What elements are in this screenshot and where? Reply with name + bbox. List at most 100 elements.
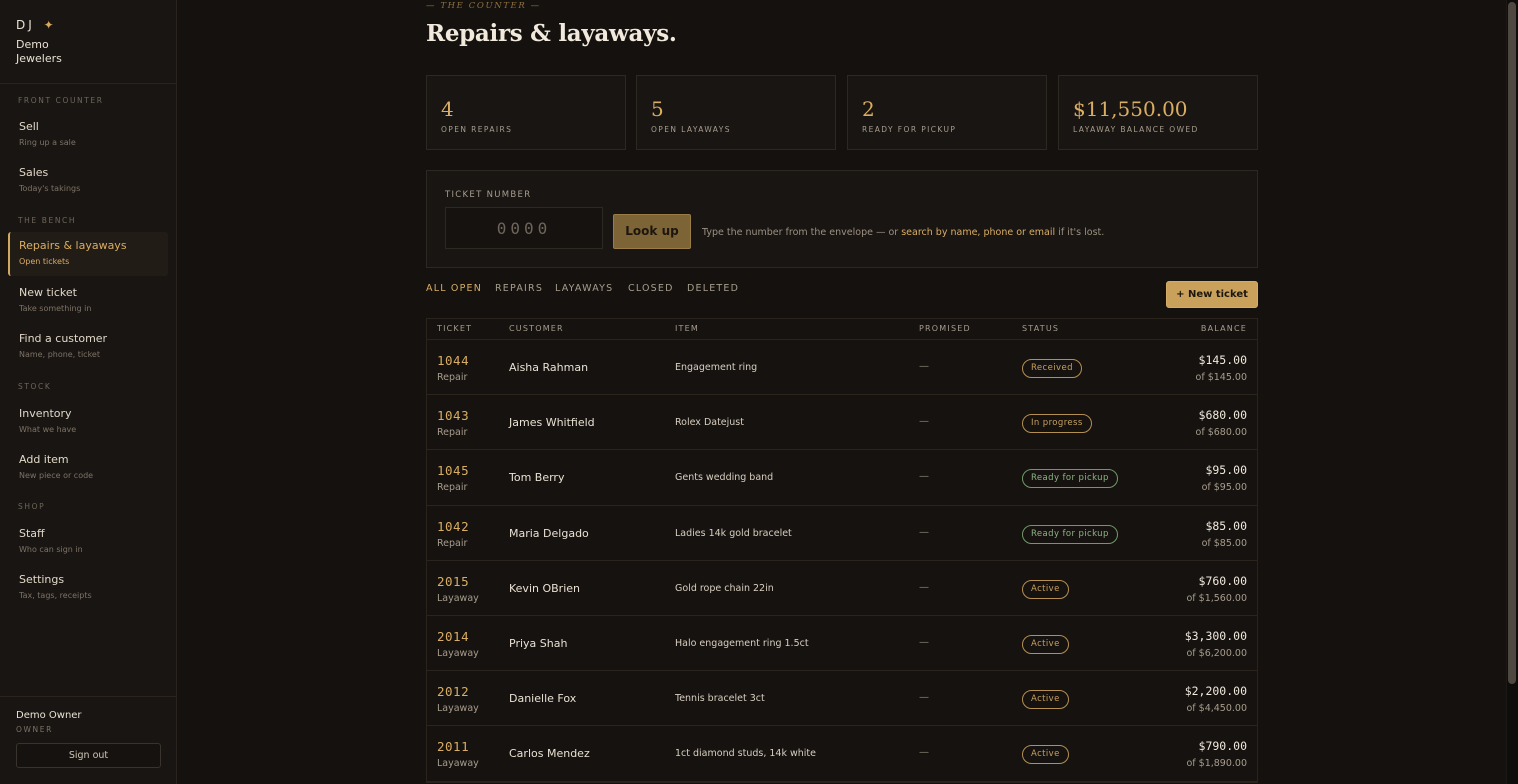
column-header-balance[interactable]: BALANCE — [1201, 324, 1247, 333]
tab-repairs[interactable]: REPAIRS — [495, 283, 543, 294]
promised-date: — — [919, 361, 929, 372]
look-up-button[interactable]: Look up — [613, 214, 691, 249]
customer-name: Priya Shah — [509, 636, 568, 650]
table-row[interactable]: 2015 Layaway Kevin OBrien Gold rope chain 2… — [427, 560, 1257, 616]
balance-amount: $790.00 — [1198, 739, 1247, 754]
sidebar-item-add-item[interactable]: Add item New piece or code — [8, 446, 168, 488]
promised-date: — — [919, 636, 929, 648]
lookup-hint-text: if it's lost. — [1055, 227, 1105, 238]
tab-layaways[interactable]: LAYAWAYS — [555, 283, 613, 294]
brand-logo[interactable]: DJ ✦ — [16, 18, 160, 32]
promised-date: — — [919, 416, 929, 428]
sparkle-icon: ✦ — [43, 18, 54, 32]
sidebar-item-new-ticket[interactable]: New ticket Take something in — [8, 279, 168, 321]
sidebar-item-sublabel: Name, phone, ticket — [19, 350, 100, 359]
table-row[interactable]: 2011 Layaway Carlos Mendez 1ct diamond stud… — [427, 726, 1257, 782]
page-eyebrow: — THE COUNTER — — [426, 1, 541, 11]
balance-total: of $4,450.00 — [1186, 703, 1247, 715]
status-badge: Ready for pickup — [1022, 524, 1118, 544]
stat-value: $11,550.00 — [1073, 97, 1188, 121]
sidebar-item-inventory[interactable]: Inventory What we have — [8, 400, 168, 442]
balance-total: of $1,890.00 — [1186, 758, 1247, 770]
promised-date: — — [919, 471, 929, 483]
sidebar-item-sales[interactable]: Sales Today's takings — [8, 159, 168, 201]
item-description: Rolex Datejust — [675, 417, 744, 429]
ticket-type: Repair — [437, 427, 468, 439]
ticket-type: Layaway — [437, 647, 479, 659]
balance-amount: $3,300.00 — [1184, 628, 1247, 643]
column-header-ticket[interactable]: TICKET — [437, 324, 472, 333]
sidebar-item-staff[interactable]: Staff Who can sign in — [8, 520, 168, 562]
table-row[interactable]: 1042 Repair Maria Delgado Ladies 14k gold b… — [427, 505, 1257, 561]
ticket-number[interactable]: 2015 — [437, 574, 469, 589]
item-description: 1ct diamond studs, 14k white — [675, 748, 816, 760]
ticket-number[interactable]: 1044 — [437, 353, 469, 368]
nav-section-shop: SHOP — [18, 502, 46, 511]
sidebar-item-sublabel: Tax, tags, receipts — [19, 591, 92, 600]
item-description: Halo engagement ring 1.5ct — [675, 637, 809, 649]
scrollbar-thumb[interactable] — [1508, 2, 1516, 684]
ticket-number[interactable]: 1042 — [437, 519, 469, 534]
sidebar-item-sell[interactable]: Sell Ring up a sale — [8, 113, 168, 155]
column-header-customer[interactable]: CUSTOMER — [509, 324, 564, 333]
customer-name: Maria Delgado — [509, 526, 589, 540]
sidebar-item-sublabel: Take something in — [19, 304, 92, 313]
table-row[interactable]: 1044 Repair Aisha Rahman Engagement ring — Re… — [427, 340, 1257, 396]
sidebar-item-label: Find a customer — [19, 332, 108, 345]
ticket-number[interactable]: 2014 — [437, 629, 469, 644]
stat-card-open-repairs: 4 OPEN REPAIRS — [426, 75, 626, 150]
column-header-status[interactable]: STATUS — [1022, 324, 1059, 333]
nav-section-the-bench: THE BENCH — [18, 216, 77, 225]
sidebar-item-repairs-layaways[interactable]: Repairs & layaways Open tickets — [8, 232, 168, 276]
ticket-number-input[interactable] — [445, 207, 603, 249]
ticket-lookup-panel: TICKET NUMBER Look up Type the number fr… — [426, 170, 1258, 268]
ticket-number[interactable]: 2011 — [437, 739, 469, 754]
stat-value: 2 — [862, 97, 875, 121]
balance-total: of $680.00 — [1195, 427, 1247, 439]
status-badge: Active — [1022, 634, 1069, 654]
ticket-type: Repair — [437, 537, 468, 549]
sign-out-button[interactable]: Sign out — [16, 743, 161, 768]
sidebar-item-label: Inventory — [19, 407, 72, 420]
sidebar-item-sublabel: New piece or code — [19, 471, 94, 480]
table-row[interactable]: 1043 Repair James Whitfield Rolex Datejust —… — [427, 395, 1257, 451]
stat-value: 4 — [441, 97, 454, 121]
sidebar-item-label: Settings — [19, 573, 65, 586]
ticket-number[interactable]: 2012 — [437, 684, 469, 699]
table-row[interactable]: 2012 Layaway Danielle Fox Tennis bracelet 3… — [427, 671, 1257, 727]
new-ticket-button[interactable]: + New ticket — [1166, 281, 1258, 308]
tab-deleted[interactable]: DELETED — [687, 283, 739, 294]
sidebar-item-label: Sales — [19, 166, 49, 179]
ticket-number[interactable]: 1045 — [437, 463, 469, 478]
table-row[interactable]: 1045 Repair Tom Berry Gents wedding band — Re… — [427, 450, 1257, 506]
ticket-type: Layaway — [437, 703, 479, 715]
table-row[interactable]: 2014 Layaway Priya Shah Halo engagement rin… — [427, 615, 1257, 672]
sidebar-item-find-customer[interactable]: Find a customer Name, phone, ticket — [8, 325, 168, 367]
status-badge: In progress — [1022, 414, 1092, 434]
status-badge: Active — [1022, 579, 1069, 599]
sidebar-item-sublabel: Open tickets — [19, 257, 70, 266]
stat-card-layaway-balance: $11,550.00 LAYAWAY BALANCE OWED — [1058, 75, 1258, 150]
promised-date: — — [919, 692, 929, 704]
ticket-number-label: TICKET NUMBER — [445, 190, 532, 200]
sidebar-item-settings[interactable]: Settings Tax, tags, receipts — [8, 566, 168, 608]
brand-name: Demo Jewelers — [16, 38, 62, 65]
balance-total: of $6,200.00 — [1186, 647, 1247, 659]
sidebar-item-label: Repairs & layaways — [19, 239, 127, 252]
balance-amount: $95.00 — [1205, 463, 1247, 478]
customer-name: Kevin OBrien — [509, 581, 580, 595]
search-customer-link[interactable]: search by name, phone or email — [901, 227, 1055, 238]
brand: DJ ✦ Demo Jewelers — [0, 0, 176, 84]
scrollbar[interactable] — [1506, 0, 1518, 784]
item-description: Ladies 14k gold bracelet — [675, 527, 792, 539]
tab-all-open[interactable]: ALL OPEN — [426, 283, 482, 294]
stat-label: READY FOR PICKUP — [862, 125, 957, 134]
status-badge: Active — [1022, 745, 1069, 765]
ticket-number[interactable]: 1043 — [437, 408, 469, 423]
customer-name: Danielle Fox — [509, 692, 577, 706]
user-panel: Demo Owner OWNER Sign out — [0, 696, 177, 784]
tab-closed[interactable]: CLOSED — [628, 283, 674, 294]
stat-label: OPEN REPAIRS — [441, 125, 513, 134]
column-header-item[interactable]: ITEM — [675, 324, 699, 333]
column-header-promised[interactable]: PROMISED — [919, 324, 971, 333]
